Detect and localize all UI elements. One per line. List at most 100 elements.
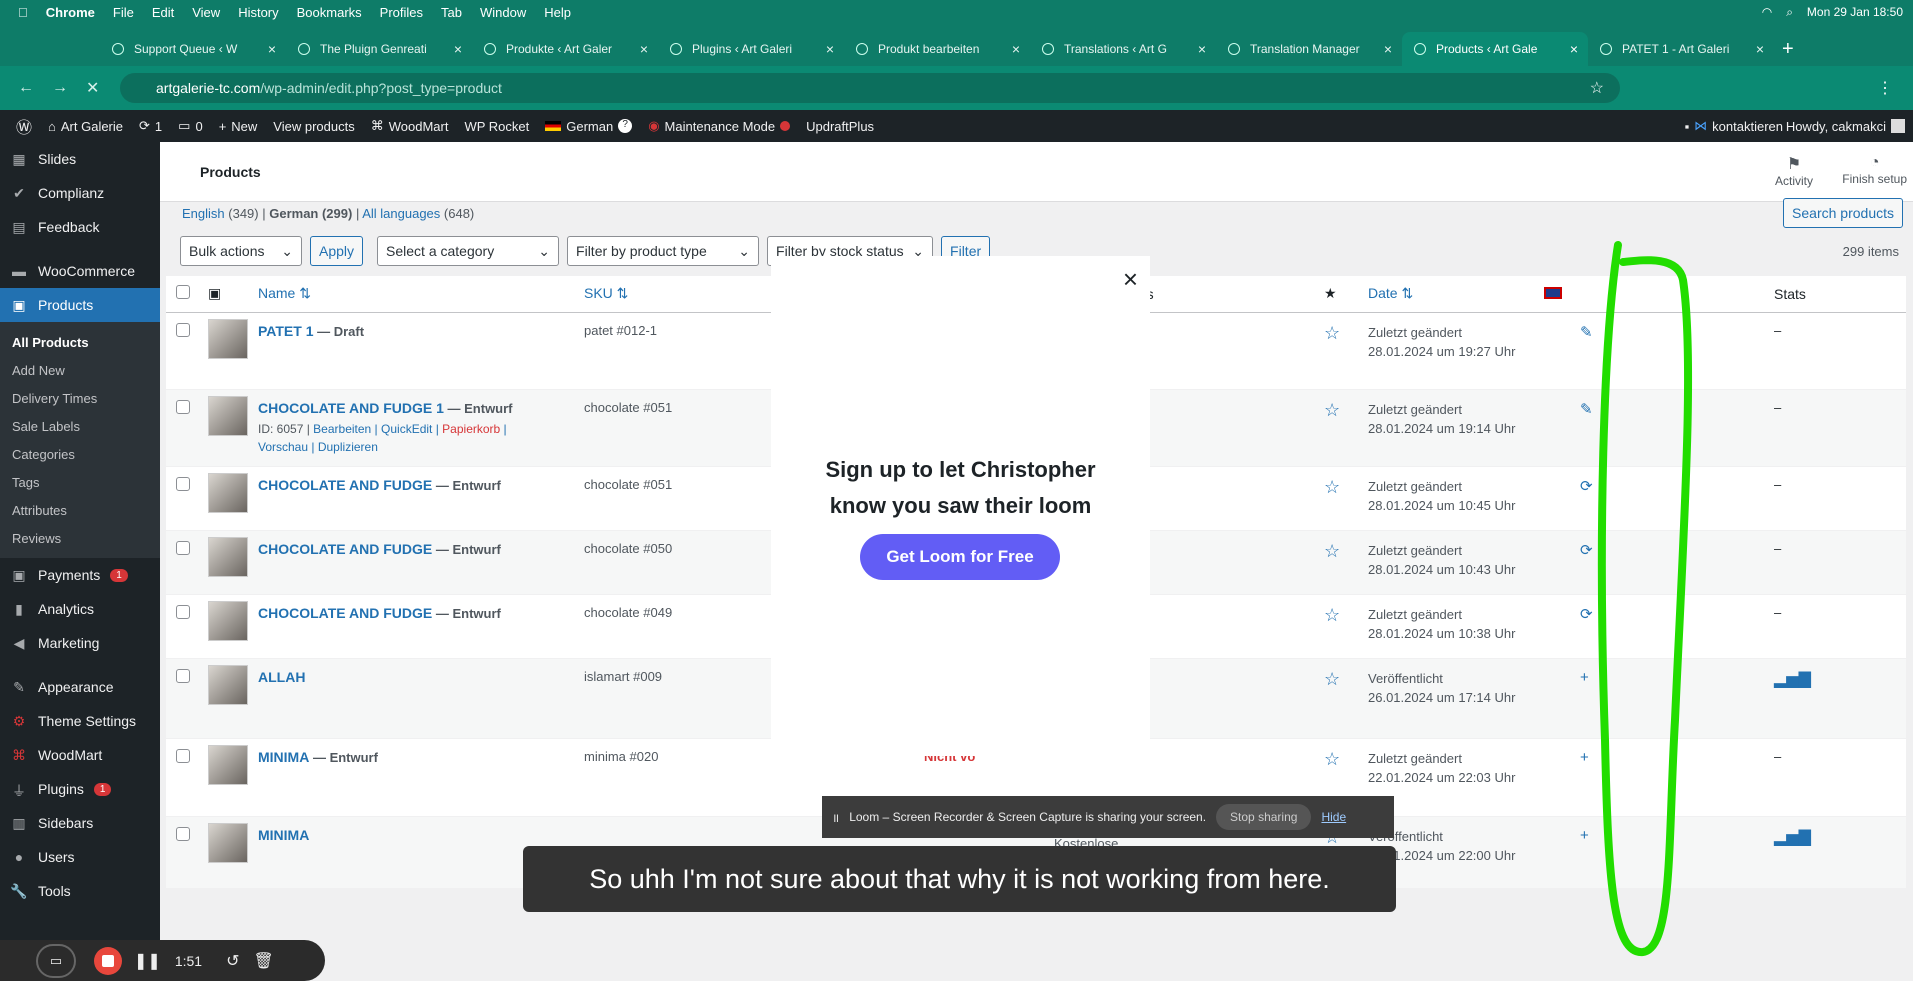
contact-link[interactable]: ▪ ⋈ kontaktieren	[1685, 118, 1783, 134]
stop-sharing-button[interactable]: Stop sharing	[1216, 804, 1312, 830]
product-thumbnail[interactable]	[208, 664, 248, 705]
sidebar-item-complianz[interactable]: ✔ Complianz	[0, 176, 160, 210]
column-name[interactable]: Name ⇅	[258, 276, 584, 313]
featured-star-icon[interactable]: ★	[1324, 276, 1368, 313]
close-icon[interactable]: ×	[1756, 41, 1764, 57]
close-icon[interactable]: ×	[826, 41, 834, 57]
stop-record-button[interactable]	[94, 946, 122, 975]
activity-button[interactable]: ⚑ Activity	[1775, 154, 1813, 188]
wp-rocket-link[interactable]: WP Rocket	[464, 119, 529, 134]
featured-star-icon[interactable]: ☆	[1324, 477, 1340, 497]
browser-tab[interactable]: Produkte ‹ Art Galer ×	[472, 32, 658, 66]
browser-tab-active[interactable]: Products ‹ Art Gale ×	[1402, 32, 1588, 66]
product-thumbnail[interactable]	[208, 600, 248, 641]
restart-icon[interactable]: ↺	[226, 951, 239, 971]
close-icon[interactable]: ×	[1012, 41, 1020, 57]
pause-icon[interactable]: ❚❚	[134, 951, 161, 971]
sidebar-item-payments[interactable]: ▣ Payments 1	[0, 558, 160, 592]
maintenance-mode-link[interactable]: ◉ Maintenance Mode	[648, 118, 791, 134]
menu-view[interactable]: View	[192, 5, 220, 20]
stop-icon[interactable]: ✕	[86, 78, 99, 98]
stats-chart-icon[interactable]: ▂▅▇	[1774, 671, 1811, 688]
product-thumbnail[interactable]	[208, 744, 248, 785]
quickedit-link[interactable]: QuickEdit	[381, 422, 432, 436]
updates-link[interactable]: ⟳ 1	[139, 118, 162, 134]
menu-edit[interactable]: Edit	[152, 5, 174, 20]
close-icon[interactable]: ×	[1570, 41, 1578, 57]
apple-icon[interactable]: 	[18, 5, 28, 20]
menu-clock[interactable]: Mon 29 Jan 18:50	[1807, 5, 1903, 19]
browser-tab[interactable]: Support Queue ‹ W ×	[100, 32, 286, 66]
sidebar-item-users[interactable]: ● Users	[0, 840, 160, 874]
edit-link[interactable]: Bearbeiten	[313, 422, 371, 436]
submenu-sale-labels[interactable]: Sale Labels	[0, 412, 160, 440]
close-icon[interactable]: ×	[1123, 264, 1138, 295]
row-checkbox[interactable]	[176, 748, 190, 763]
trash-icon[interactable]: 🗑	[253, 951, 273, 971]
lang-english-link[interactable]: English	[182, 206, 225, 221]
site-name-link[interactable]: ⌂ Art Galerie	[48, 119, 123, 134]
trash-link[interactable]: Papierkorb	[442, 422, 500, 436]
howdy-account[interactable]: Howdy, cakmakci	[1786, 119, 1905, 134]
preview-link[interactable]: Vorschau	[258, 440, 308, 454]
menu-help[interactable]: Help	[544, 5, 571, 20]
menu-kebab-icon[interactable]: ⋮	[1877, 78, 1893, 98]
sidebar-item-woocommerce[interactable]: ▬ WooCommerce	[0, 254, 160, 288]
row-checkbox[interactable]	[176, 604, 190, 619]
row-checkbox[interactable]	[176, 322, 190, 337]
url-bar[interactable]: artgalerie-tc.com/wp-admin/edit.php?post…	[120, 73, 1620, 103]
row-checkbox[interactable]	[176, 668, 190, 683]
sidebar-item-marketing[interactable]: ◀ Marketing	[0, 626, 160, 660]
wifi-icon[interactable]: ◠	[1762, 5, 1772, 19]
close-icon[interactable]: ×	[1384, 41, 1392, 57]
featured-star-icon[interactable]: ☆	[1324, 605, 1340, 625]
sidebar-item-woodmart[interactable]: ⌘ WoodMart	[0, 738, 160, 772]
row-checkbox[interactable]	[176, 476, 190, 491]
close-icon[interactable]: ×	[1198, 41, 1206, 57]
featured-star-icon[interactable]: ☆	[1324, 749, 1340, 769]
browser-tab[interactable]: Translation Manager ×	[1216, 32, 1402, 66]
search-products-button[interactable]: Search products	[1783, 198, 1903, 228]
sidebar-item-theme-settings[interactable]: ⚙ Theme Settings	[0, 704, 160, 738]
sidebar-item-slides[interactable]: ▦ Slides	[0, 142, 160, 176]
submenu-attributes[interactable]: Attributes	[0, 496, 160, 524]
featured-star-icon[interactable]: ☆	[1324, 669, 1340, 689]
featured-star-icon[interactable]: ☆	[1324, 400, 1340, 420]
row-checkbox[interactable]	[176, 399, 190, 414]
product-thumbnail[interactable]	[208, 395, 248, 436]
row-checkbox[interactable]	[176, 540, 190, 555]
close-icon[interactable]: ×	[454, 41, 462, 57]
submenu-reviews[interactable]: Reviews	[0, 524, 160, 552]
menu-history[interactable]: History	[238, 5, 278, 20]
product-thumbnail[interactable]	[208, 822, 248, 863]
product-name-link[interactable]: ALLAH	[258, 669, 305, 685]
product-name-link[interactable]: CHOCOLATE AND FUDGE 1	[258, 400, 444, 416]
sidebar-item-plugins[interactable]: ⏚ Plugins 1	[0, 772, 160, 806]
bulk-actions-select[interactable]: Bulk actions ⌄	[180, 236, 302, 266]
product-name-link[interactable]: PATET 1	[258, 323, 314, 339]
product-name-link[interactable]: CHOCOLATE AND FUDGE	[258, 541, 432, 557]
sidebar-item-sidebars[interactable]: ▥ Sidebars	[0, 806, 160, 840]
search-icon[interactable]: ⌕	[1786, 5, 1793, 20]
new-tab-icon[interactable]: +	[1774, 32, 1794, 66]
back-icon[interactable]: ←	[18, 79, 34, 97]
close-icon[interactable]: ×	[640, 41, 648, 57]
category-select[interactable]: Select a category ⌄	[377, 236, 560, 266]
featured-star-icon[interactable]: ☆	[1324, 323, 1340, 343]
language-switcher[interactable]: German?	[545, 119, 633, 134]
browser-tab[interactable]: Produkt bearbeiten ×	[844, 32, 1030, 66]
column-date[interactable]: Date ⇅	[1368, 276, 1544, 313]
sidebar-item-feedback[interactable]: ▤ Feedback	[0, 210, 160, 244]
menu-file[interactable]: File	[113, 5, 134, 20]
app-name[interactable]: Chrome	[46, 5, 95, 20]
comments-link[interactable]: ▭ 0	[178, 118, 203, 134]
product-thumbnail[interactable]	[208, 472, 248, 513]
sidebar-item-tools[interactable]: 🔧 Tools	[0, 874, 160, 908]
browser-tab[interactable]: The Pluign Genreati ×	[286, 32, 472, 66]
menu-profiles[interactable]: Profiles	[380, 5, 423, 20]
woodmart-link[interactable]: ⌘ WoodMart	[371, 118, 449, 134]
product-name-link[interactable]: CHOCOLATE AND FUDGE	[258, 605, 432, 621]
product-name-link[interactable]: MINIMA	[258, 749, 309, 765]
browser-tab[interactable]: Translations ‹ Art G ×	[1030, 32, 1216, 66]
browser-tab[interactable]: Plugins ‹ Art Galeri ×	[658, 32, 844, 66]
